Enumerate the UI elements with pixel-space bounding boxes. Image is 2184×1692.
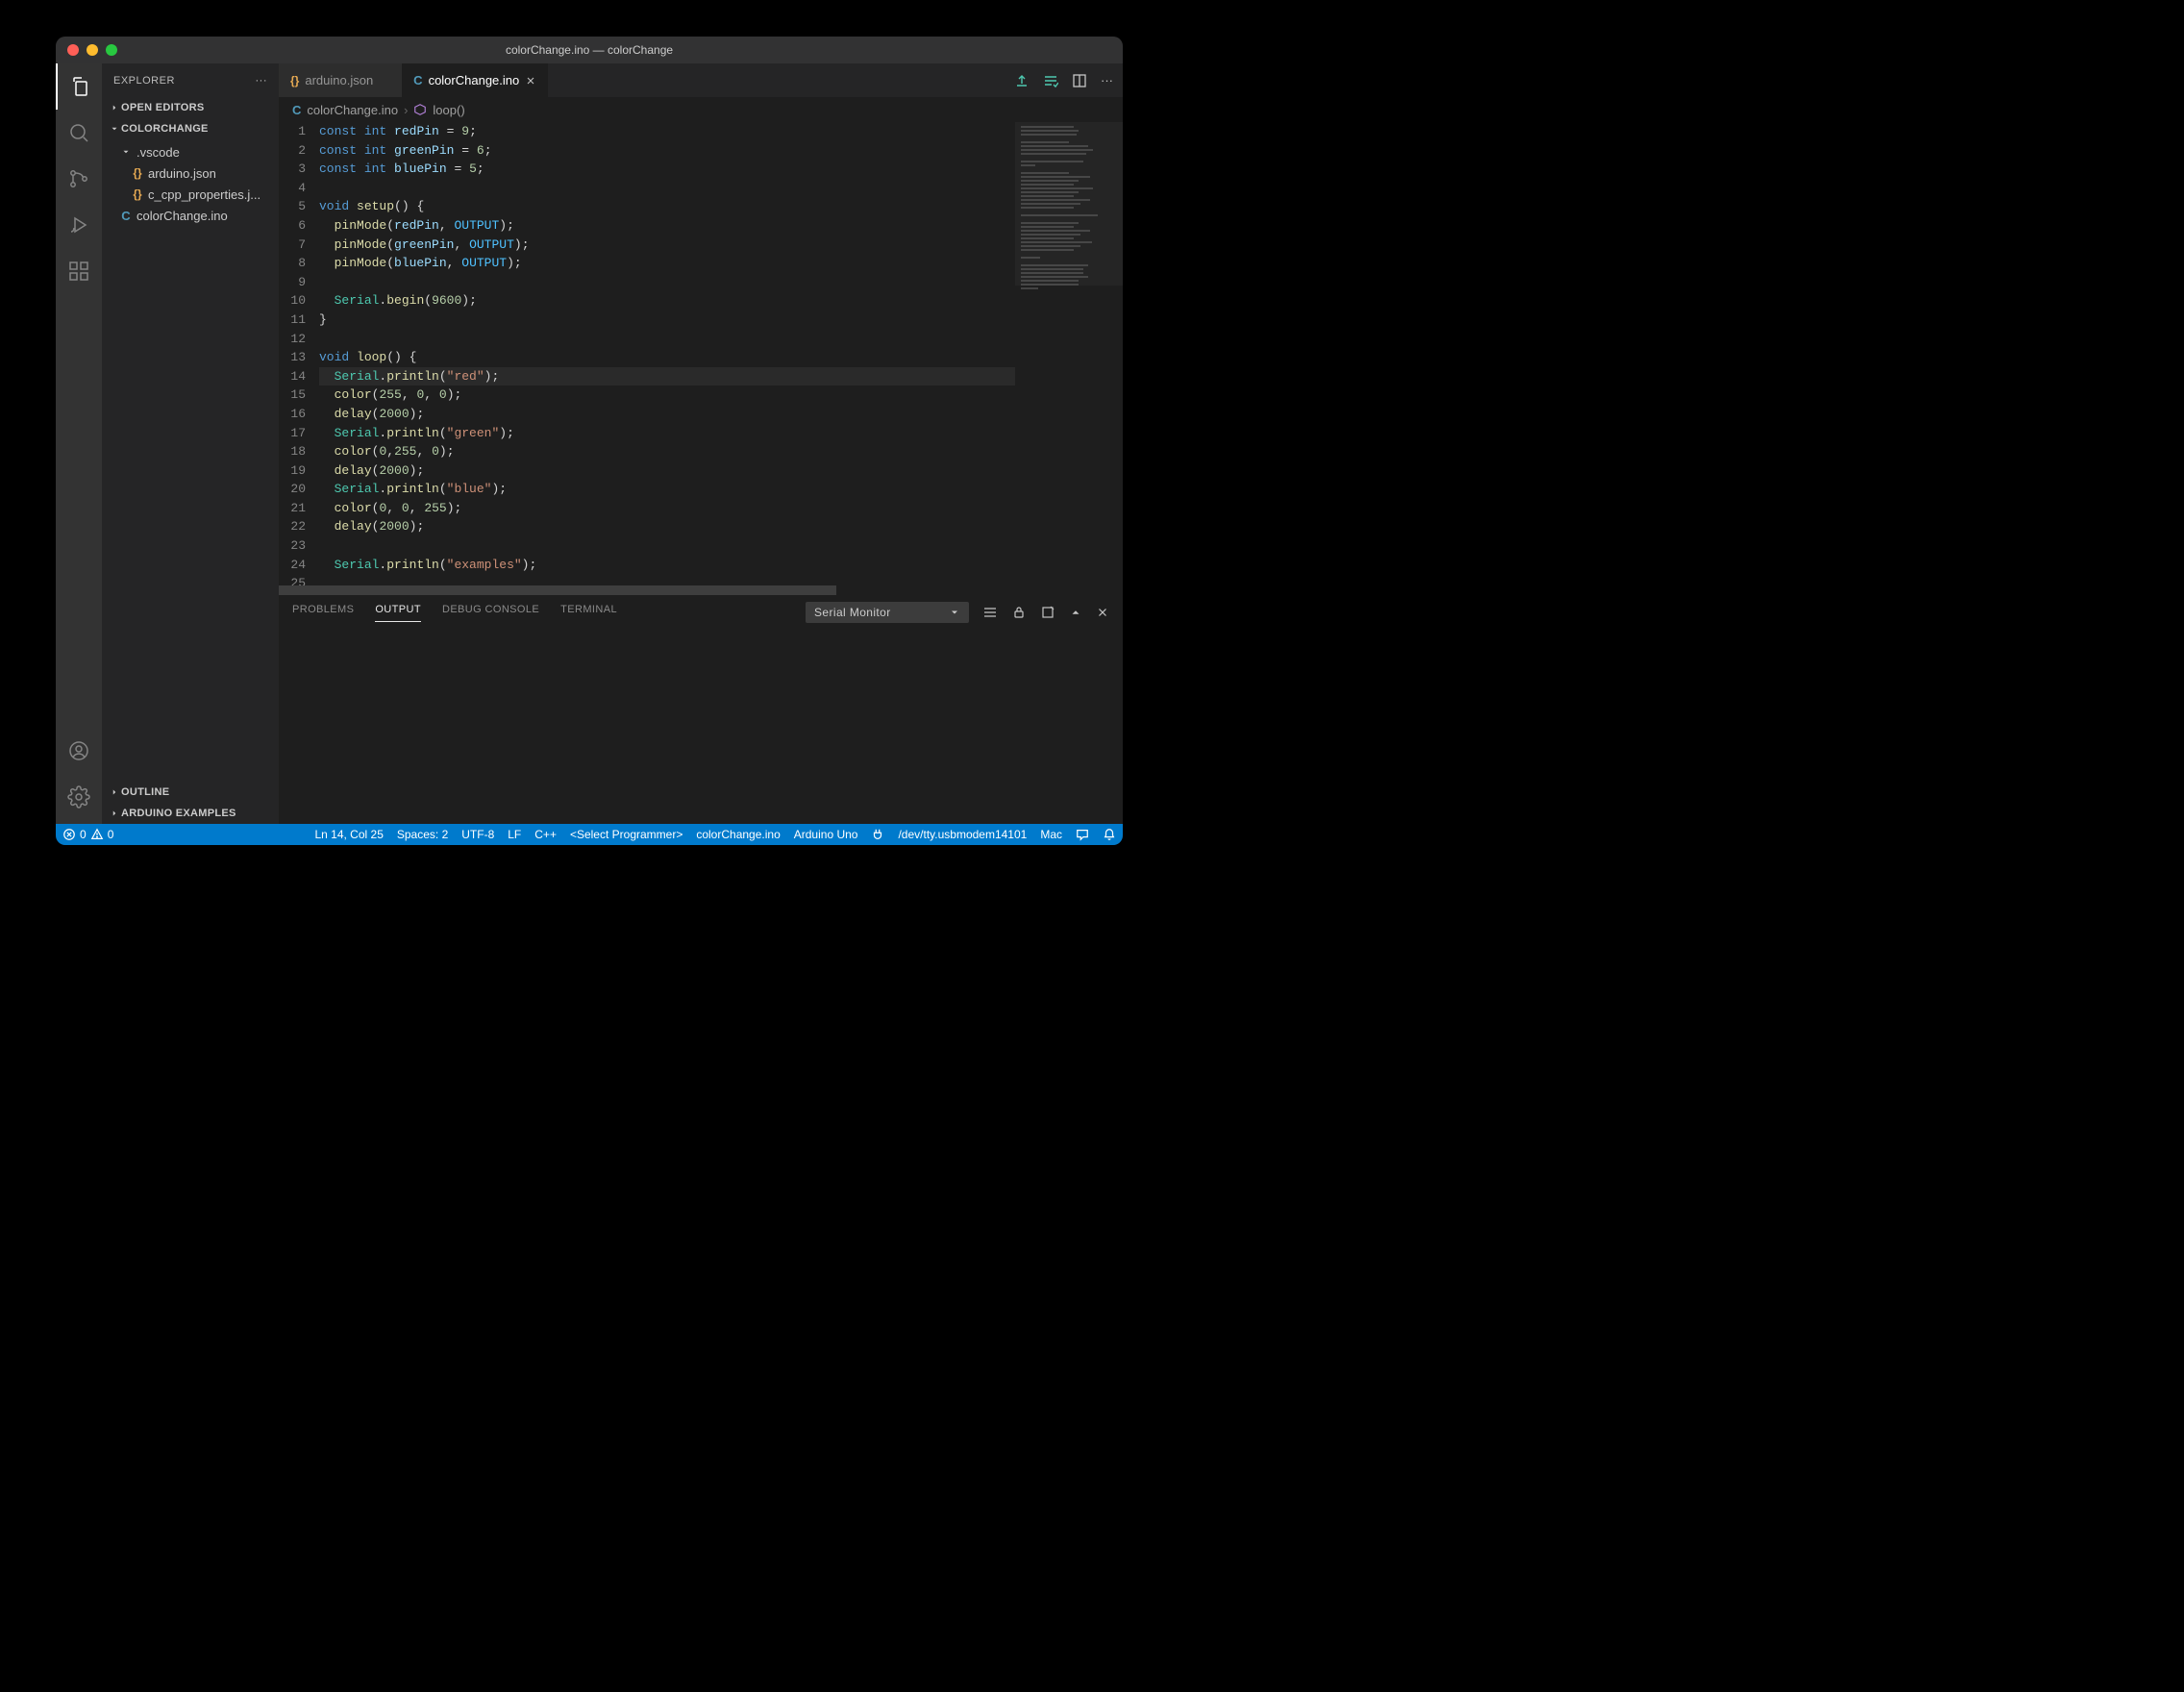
- json-file-icon: {}: [290, 73, 299, 87]
- cpp-file-icon: C: [117, 209, 135, 223]
- chevron-right-icon: [108, 103, 121, 112]
- status-cursor[interactable]: Ln 14, Col 25: [308, 824, 389, 845]
- window-minimize-icon[interactable]: [87, 44, 98, 56]
- activity-debug-icon[interactable]: [56, 202, 102, 248]
- status-indent[interactable]: Spaces: 2: [390, 824, 455, 845]
- cpp-file-icon: C: [413, 73, 422, 87]
- json-file-icon: {}: [129, 166, 146, 180]
- tab-close-icon[interactable]: [525, 75, 536, 87]
- status-board[interactable]: Arduino Uno: [787, 824, 865, 845]
- file-tree-label: c_cpp_properties.j...: [148, 187, 261, 202]
- tab-label: arduino.json: [305, 73, 373, 87]
- editor-area: {} arduino.json CcolorChange.ino ··· C: [279, 63, 1123, 824]
- activity-scm-icon[interactable]: [56, 156, 102, 202]
- status-port[interactable]: /dev/tty.usbmodem14101: [891, 824, 1033, 845]
- activity-bar: [56, 63, 102, 824]
- file-tree-item[interactable]: {}c_cpp_properties.j...: [102, 184, 279, 205]
- status-programmer[interactable]: <Select Programmer>: [563, 824, 689, 845]
- status-language[interactable]: C++: [528, 824, 563, 845]
- sidebar-title: EXPLORER ···: [102, 63, 279, 97]
- chevron-right-icon: [108, 787, 121, 797]
- arduino-verify-icon[interactable]: [1043, 73, 1058, 88]
- activity-explorer-icon[interactable]: [56, 63, 102, 110]
- panel-close-icon[interactable]: [1096, 606, 1109, 619]
- sidebar-more-icon[interactable]: ···: [256, 75, 268, 87]
- lock-scroll-icon[interactable]: [1011, 605, 1027, 620]
- more-actions-icon[interactable]: ···: [1101, 73, 1113, 87]
- window-zoom-icon[interactable]: [106, 44, 117, 56]
- panel-tab[interactable]: TERMINAL: [560, 604, 617, 622]
- cpp-file-icon: C: [292, 103, 301, 117]
- panel-maximize-icon[interactable]: [1069, 606, 1082, 619]
- activity-search-icon[interactable]: [56, 110, 102, 156]
- panel-tab[interactable]: OUTPUT: [375, 604, 421, 622]
- file-tree-label: arduino.json: [148, 166, 216, 181]
- horizontal-scrollbar[interactable]: [279, 585, 836, 595]
- editor-actions: ···: [1005, 63, 1123, 97]
- chevron-down-icon: [117, 147, 135, 157]
- panel-tab[interactable]: PROBLEMS: [292, 604, 354, 622]
- json-file-icon: {}: [129, 187, 146, 201]
- titlebar[interactable]: colorChange.ino — colorChange: [56, 37, 1123, 63]
- status-sketch[interactable]: colorChange.ino: [689, 824, 786, 845]
- activity-extensions-icon[interactable]: [56, 248, 102, 294]
- window-close-icon[interactable]: [67, 44, 79, 56]
- activity-settings-icon[interactable]: [56, 774, 102, 820]
- panel-tab[interactable]: DEBUG CONSOLE: [442, 604, 539, 622]
- clear-output-icon[interactable]: [1040, 605, 1055, 620]
- chevron-right-icon: ›: [404, 103, 408, 117]
- feedback-icon[interactable]: [1069, 824, 1096, 845]
- breadcrumb-file[interactable]: colorChange.ino: [307, 103, 398, 117]
- breadcrumbs[interactable]: C colorChange.ino › loop(): [279, 97, 1123, 122]
- breadcrumb-symbol[interactable]: loop(): [433, 103, 464, 117]
- sidebar: EXPLORER ··· OPEN EDITORS COLORCHANGE .v…: [102, 63, 279, 824]
- status-errors[interactable]: 0 0: [56, 824, 120, 845]
- minimap[interactable]: [1015, 122, 1123, 582]
- editor-tab[interactable]: CcolorChange.ino: [402, 63, 548, 97]
- window-title: colorChange.ino — colorChange: [56, 43, 1123, 57]
- section-open-editors[interactable]: OPEN EDITORS: [102, 97, 279, 118]
- chevron-right-icon: [108, 809, 121, 818]
- chevron-down-icon: [108, 124, 121, 134]
- file-tree-item[interactable]: CcolorChange.ino: [102, 205, 279, 226]
- method-icon: [413, 103, 427, 116]
- bell-icon[interactable]: [1096, 824, 1123, 845]
- bottom-panel: PROBLEMS OUTPUT DEBUG CONSOLE TERMINAL Seri…: [279, 595, 1123, 824]
- status-encoding[interactable]: UTF-8: [455, 824, 501, 845]
- tab-label: colorChange.ino: [429, 73, 520, 87]
- status-platform[interactable]: Mac: [1033, 824, 1069, 845]
- file-tree-label: .vscode: [136, 145, 180, 160]
- output-channel-dropdown[interactable]: Serial Monitor: [806, 602, 969, 623]
- file-tree-item[interactable]: {}arduino.json: [102, 162, 279, 184]
- editor-tab[interactable]: {} arduino.json: [279, 63, 402, 97]
- section-arduino-examples[interactable]: ARDUINO EXAMPLES: [102, 803, 279, 824]
- editor-tabs: {} arduino.json CcolorChange.ino ···: [279, 63, 1123, 97]
- file-tree: .vscode{}arduino.json{}c_cpp_properties.…: [102, 139, 279, 228]
- filter-icon[interactable]: [982, 605, 998, 620]
- file-tree-item[interactable]: .vscode: [102, 141, 279, 162]
- chevron-down-icon: [949, 607, 960, 618]
- arduino-upload-icon[interactable]: [1014, 73, 1030, 88]
- status-eol[interactable]: LF: [501, 824, 528, 845]
- split-editor-icon[interactable]: [1072, 73, 1087, 88]
- statusbar: 0 0 Ln 14, Col 25 Spaces: 2 UTF-8 LF C++…: [56, 824, 1123, 845]
- vscode-window: colorChange.ino — colorChange: [56, 37, 1123, 845]
- section-folder[interactable]: COLORCHANGE: [102, 118, 279, 139]
- activity-accounts-icon[interactable]: [56, 728, 102, 774]
- output-body[interactable]: [279, 629, 1123, 824]
- section-outline[interactable]: OUTLINE: [102, 782, 279, 803]
- file-tree-label: colorChange.ino: [136, 209, 228, 223]
- traffic-lights: [67, 44, 117, 56]
- code-editor[interactable]: 1234567891011121314151617181920212223242…: [279, 122, 1015, 582]
- plug-icon[interactable]: [864, 824, 891, 845]
